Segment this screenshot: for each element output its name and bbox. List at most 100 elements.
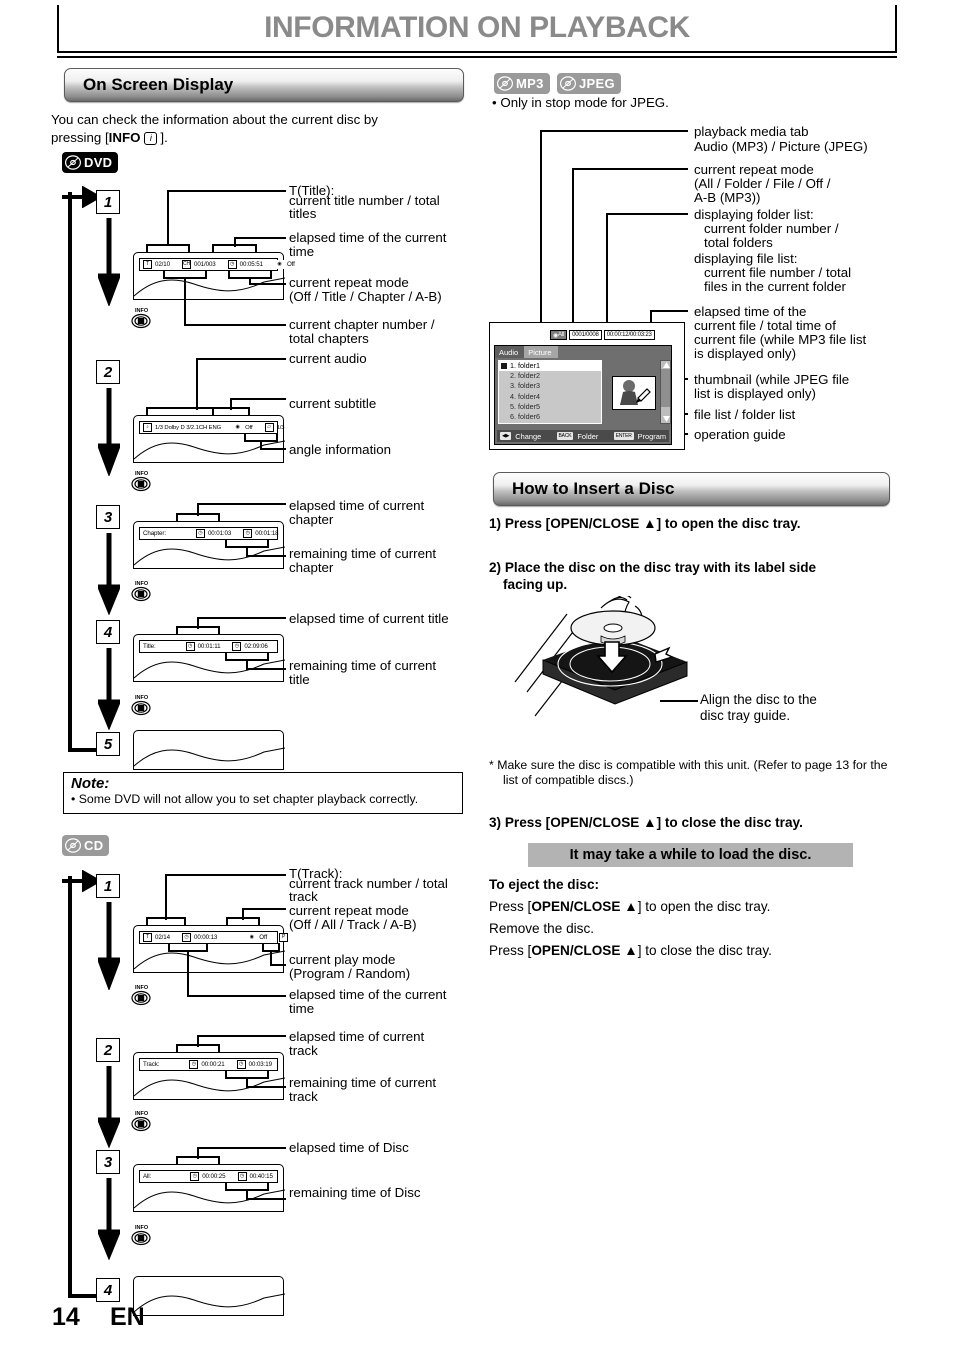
info-button-cd-2[interactable]: INFO <box>127 1108 153 1132</box>
guide-key-change: ◀▶ <box>500 432 512 440</box>
dvd-label-ch-rem-2: chapter <box>289 560 334 575</box>
intro-post: ]. <box>160 130 168 145</box>
list-item-label: 4. folder4 <box>510 391 540 401</box>
leader-cd-pm-h <box>270 964 286 966</box>
dvd-audio-value: 1/3 Dolby D 3/2.1CH ENG <box>155 424 222 431</box>
section-header-how-to-insert: How to Insert a Disc <box>493 472 890 506</box>
dvd-step-1-arrow <box>98 218 120 306</box>
screen-operation-guide: ◀▶ Change BACK Folder ENTER Program <box>497 430 669 442</box>
manual-page: INFORMATION ON PLAYBACK On Screen Displa… <box>0 0 954 1348</box>
list-item[interactable]: 6. folder6 <box>499 412 601 422</box>
osd-torn-edge-cd4 <box>134 1293 285 1313</box>
tab-picture[interactable]: Picture <box>524 346 558 358</box>
disc-icon-cd <box>65 838 82 853</box>
audio-icon: ♪ <box>143 423 152 432</box>
section-title-insert: How to Insert a Disc <box>512 479 675 498</box>
info-button-cd-1[interactable]: INFO <box>127 982 153 1006</box>
dvd-step-4-arrow <box>98 648 120 730</box>
cd-label-disc-rem: remaining time of Disc <box>289 1185 421 1200</box>
list-item[interactable]: 3. folder3 <box>499 381 601 391</box>
disc-icon <box>65 155 82 170</box>
cd-step2-elapsed: 00:00:21 <box>201 1061 225 1068</box>
clock-icon-cd3b: ◷ <box>237 1172 247 1181</box>
page-title-box: INFORMATION ON PLAYBACK <box>57 5 897 53</box>
screen-tabrow: Audio Picture <box>495 346 558 358</box>
insert-step-2-line2: facing up. <box>503 577 568 592</box>
repeat-icon: ◉ <box>274 260 284 269</box>
osd-intro-line2: pressing [INFO i ]. <box>51 130 471 147</box>
guide-label-program: Program <box>637 431 666 441</box>
list-item-label: 3. folder3 <box>510 381 540 391</box>
cd-step-1-arrow <box>98 902 120 990</box>
leader-cd3-rm-h <box>246 1198 286 1200</box>
cd-step3-remaining: 00:40:15 <box>249 1173 273 1180</box>
screen-body: Audio Picture 1. folder1 2. folder2 3. f… <box>494 345 672 445</box>
list-item-label: 1. folder1 <box>510 361 540 370</box>
info-button-3[interactable]: INFO <box>127 578 153 602</box>
cd-time-value: 00:00:13 <box>193 934 218 941</box>
leader-cd-track-h <box>165 874 286 876</box>
cd-track-value: 02/14 <box>155 934 170 941</box>
dvd-step-3-number: 3 <box>96 505 120 529</box>
title-icon: T <box>143 260 152 269</box>
eject-l3-pre: Press [ <box>489 943 532 958</box>
screen-file-list[interactable]: 1. folder1 2. folder2 3. folder3 4. fold… <box>498 360 602 424</box>
cd-step-3-arrow <box>98 1178 120 1260</box>
cd-step-1-number: 1 <box>96 874 120 898</box>
page-number: 14 <box>52 1303 80 1331</box>
eject-l3-post: ] to close the disc tray. <box>637 943 772 958</box>
note-heading: Note: <box>71 775 110 792</box>
list-item[interactable]: 2. folder2 <box>499 371 601 381</box>
cd-label-tr-elapsed-2: track <box>289 1043 318 1058</box>
svg-text:INFO: INFO <box>135 581 149 587</box>
leader-title-v <box>167 190 169 246</box>
dvd-time-value: 00:05:51 <box>239 261 263 268</box>
cd-step2-row-label: Track: <box>143 1061 160 1068</box>
eject-l1-pre: Press [ <box>489 899 532 914</box>
leader-cd-repeat-h <box>242 908 286 910</box>
leader-cd2-el-h <box>197 1035 286 1037</box>
dvd-badge: DVD <box>62 152 119 173</box>
mp3-badge-label: MP3 <box>516 76 544 91</box>
load-disc-banner-label: It may take a while to load the disc. <box>569 847 812 863</box>
info-button-cd-3[interactable]: INFO <box>127 1222 153 1246</box>
leader-ti-rem-h <box>246 668 286 670</box>
jpeg-thumbnail <box>612 376 656 410</box>
tab-audio[interactable]: Audio <box>495 346 525 358</box>
dvd-step-1-number: 1 <box>96 190 120 214</box>
cd-flow-spine <box>68 876 72 1298</box>
thumbnail-person-icon <box>620 380 651 405</box>
guide-key-folder: BACK <box>556 432 574 440</box>
dvd-label-ti-rem-2: title <box>289 672 310 687</box>
callout-operation-guide: operation guide <box>694 427 786 442</box>
callout-v-repeat <box>572 168 574 340</box>
dvd-step-4-number: 4 <box>96 620 120 644</box>
list-item[interactable]: 5. folder5 <box>499 402 601 412</box>
dvd-label-elapsed-2: time <box>289 244 315 259</box>
dvd-subtitle-value: Off <box>245 424 253 431</box>
callout-repeat-3: A-B (MP3)) <box>694 190 761 205</box>
callout-filelist-3: files in the current folder <box>704 279 846 294</box>
chapter-icon: CH <box>181 260 191 269</box>
info-button-2[interactable]: INFO <box>127 468 153 492</box>
insert-step-2-line1: 2) Place the disc on the disc tray with … <box>489 560 817 575</box>
file-marker-icon <box>501 363 507 370</box>
screen-scrollbar[interactable] <box>660 360 671 424</box>
dvd-badge-label: DVD <box>84 155 113 170</box>
info-button-1[interactable]: INFO <box>127 305 153 329</box>
track-icon: T <box>143 933 152 942</box>
list-item-label: 6. folder6 <box>510 412 540 422</box>
dvd-label-ti-rem-1: remaining time of current <box>289 658 437 673</box>
list-item[interactable]: 1. folder1 <box>499 361 601 372</box>
dvd-step3-row-label: Chapter: <box>143 530 166 537</box>
svg-text:INFO: INFO <box>135 1111 149 1117</box>
osd-intro-line1: You can check the information about the … <box>51 112 378 127</box>
page-title: INFORMATION ON PLAYBACK <box>264 11 690 44</box>
jpeg-badge-label: JPEG <box>579 76 615 91</box>
dvd-label-ti-elapsed: elapsed time of current title <box>289 611 449 626</box>
svg-text:INFO: INFO <box>135 471 149 477</box>
screen-time-chip: 00:00:12/00:03:23 <box>603 330 655 340</box>
leader-cd3-el-h <box>197 1147 286 1149</box>
list-item[interactable]: 4. folder4 <box>499 392 601 402</box>
info-button-4[interactable]: INFO <box>127 692 153 716</box>
